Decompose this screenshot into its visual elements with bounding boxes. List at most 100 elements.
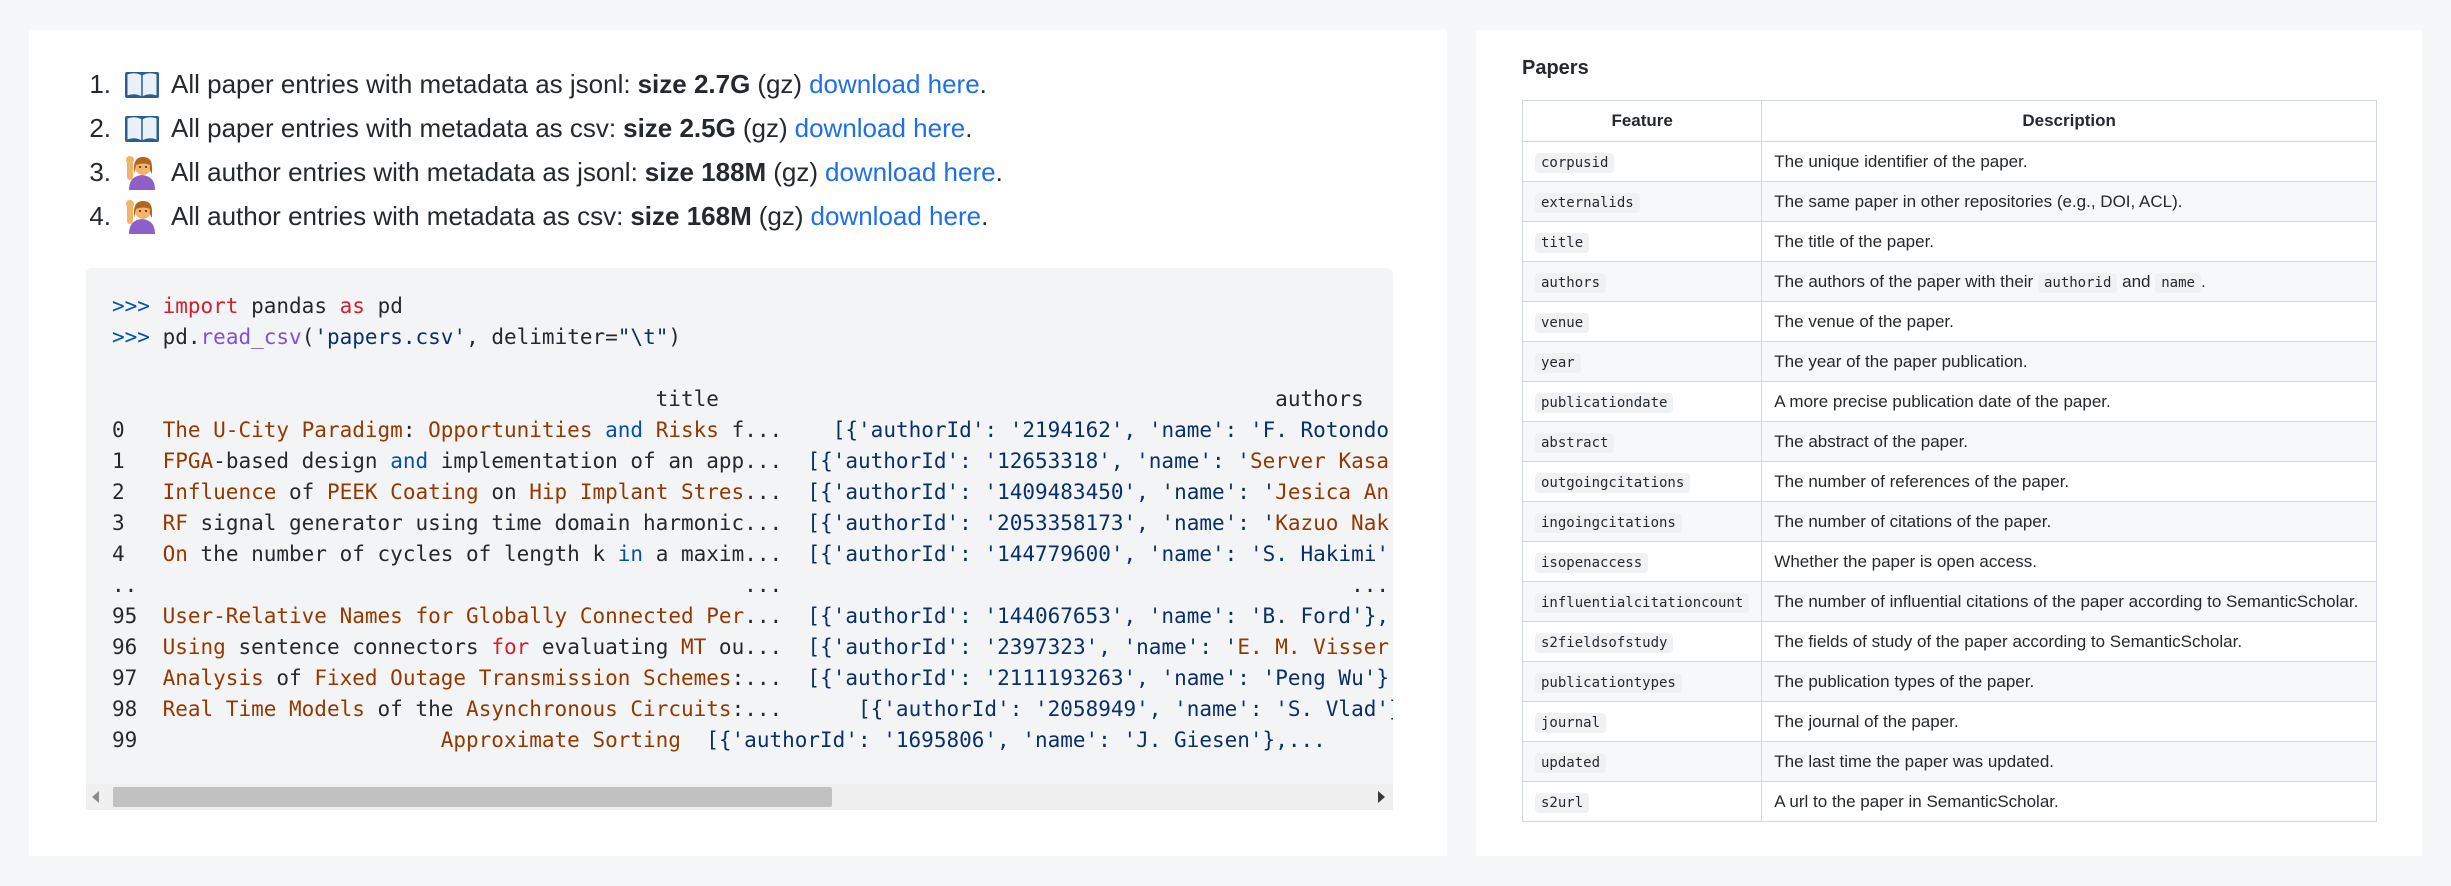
inline-code-name: name [2155,272,2201,293]
punctuation: . [979,68,987,99]
feature-cell: externalids [1521,181,1763,222]
feature-cell: s2url [1521,781,1763,822]
feature-cell: corpusid [1521,141,1763,182]
description-cell: The number of influential citations of t… [1761,581,2377,622]
table-row: authors The authors of the paper with the… [1521,261,2377,302]
download-link[interactable]: download here [825,157,996,188]
feature-column-header: Feature [1521,100,1763,142]
feature-name: corpusid [1535,152,1615,173]
description-cell: The title of the paper. [1761,221,2377,262]
download-description: All paper entries with metadata as jsonl… [171,68,631,99]
scrollbar-thumb[interactable] [113,787,832,807]
table-row: isopenaccess Whether the paper is open ac… [1521,541,2377,582]
feature-name: authors [1535,272,1607,293]
table-row: publicationdate A more precise publicatio… [1521,381,2377,422]
download-size: size 2.7G [637,68,751,99]
table-header-row: Feature Description [1521,100,2377,142]
row-authors: [{'authorId': '1695806', 'name': 'J. Gie… [706,728,1326,752]
feature-name: externalids [1535,192,1640,213]
download-link[interactable]: download here [809,69,980,100]
description-cell: The number of citations of the paper. [1761,501,2377,542]
table-row: s2fieldsofstudy The fields of study of th… [1521,621,2377,662]
function-name: read_csv [200,325,302,349]
feature-cell: abstract [1521,421,1763,462]
row-index: .. [112,573,138,597]
download-size: size 2.5G [623,112,736,143]
feature-name: year [1535,352,1581,373]
feature-cell: influentialcitationcount [1521,581,1763,622]
download-item-authors-csv: 4. All author entries with metadata as c… [84,194,1003,238]
row-index: 96 [112,635,138,659]
download-link[interactable]: download here [795,113,966,144]
open-book-icon [125,116,159,142]
description-column-header: Description [1761,100,2377,142]
list-number: 3. [89,156,111,187]
description-cell: The year of the paper publication. [1761,341,2377,382]
row-index: 98 [112,697,138,721]
download-description: All paper entries with metadata as csv: [171,112,617,143]
table-row: publicationtypes The publication types of… [1521,661,2377,702]
import-keyword: import [162,294,239,318]
horizontal-scrollbar[interactable] [86,784,1393,810]
download-size: size 188M [644,156,767,187]
feature-cell: ingoingcitations [1521,501,1763,542]
description-cell: The journal of the paper. [1761,701,2377,742]
description-cell: The abstract of the paper. [1761,421,2377,462]
feature-name: s2fieldsofstudy [1535,632,1674,653]
list-number: 1. [89,68,111,99]
scroll-left-arrow-icon[interactable] [92,791,99,803]
open-book-icon [125,72,159,98]
table-row: corpusid The unique identifier of the pap… [1521,141,2377,182]
download-size: size 168M [630,200,752,231]
punctuation: . [2200,271,2206,291]
scroll-right-arrow-icon[interactable] [1378,791,1385,803]
table-row: externalids The same paper in other repos… [1521,181,2377,222]
download-format: (gz) [773,156,818,187]
feature-cell: isopenaccess [1521,541,1763,582]
list-number: 2. [89,112,111,143]
table-row: outgoingcitations The number of reference… [1521,461,2377,502]
row-index: 97 [112,666,138,690]
code-object: pd. [162,325,201,349]
description-cell: Whether the paper is open access. [1761,541,2377,582]
feature-cell: publicationtypes [1521,661,1763,702]
description-cell: The last time the paper was updated. [1761,741,2377,782]
feature-name: abstract [1535,432,1615,453]
download-link[interactable]: download here [811,201,982,232]
column-header-title: title [655,387,719,411]
row-index: 0 [112,418,125,442]
table-row: journal The journal of the paper. [1521,701,2377,742]
description-cell: The venue of the paper. [1761,301,2377,342]
download-list: 1. All paper entries with metadata as js… [84,62,1003,238]
punctuation: . [981,200,989,231]
description-cell: A url to the paper in SemanticScholar. [1761,781,2377,822]
string-arg: 'papers.csv' [314,325,467,349]
papers-feature-table: Feature Description corpusid The unique i… [1521,100,2377,822]
code-kwarg: , delimiter= [466,325,618,349]
module-alias: pd [377,294,403,318]
description-text: and [2122,271,2151,291]
feature-cell: s2fieldsofstudy [1521,621,1763,662]
description-cell: The same paper in other repositories (e.… [1761,181,2377,222]
feature-name: s2url [1535,792,1590,813]
table-row: abstract The abstract of the paper. [1521,421,2377,462]
punctuation: . [965,112,973,143]
row-index: 95 [112,604,138,628]
repl-prompt: >>> [112,294,150,318]
row-title: Approximate Sorting [440,728,681,752]
feature-cell: year [1521,341,1763,382]
feature-cell: outgoingcitations [1521,461,1763,502]
download-format: (gz) [758,200,804,231]
feature-cell: publicationdate [1521,381,1763,422]
ellipsis: ... [744,573,783,597]
description-cell: The authors of the paper with their auth… [1761,261,2377,302]
download-item-authors-jsonl: 3. All author entries with metadata as j… [84,150,1003,194]
download-description: All author entries with metadata as csv: [171,200,624,231]
code-paren: ) [668,325,682,349]
row-index: 2 [112,480,125,504]
download-description: All author entries with metadata as json… [171,156,638,187]
download-format: (gz) [757,68,803,99]
description-cell: A more precise publication date of the p… [1761,381,2377,422]
inline-code-authorid: authorid [2037,272,2118,293]
string-arg: "\t" [617,325,669,349]
